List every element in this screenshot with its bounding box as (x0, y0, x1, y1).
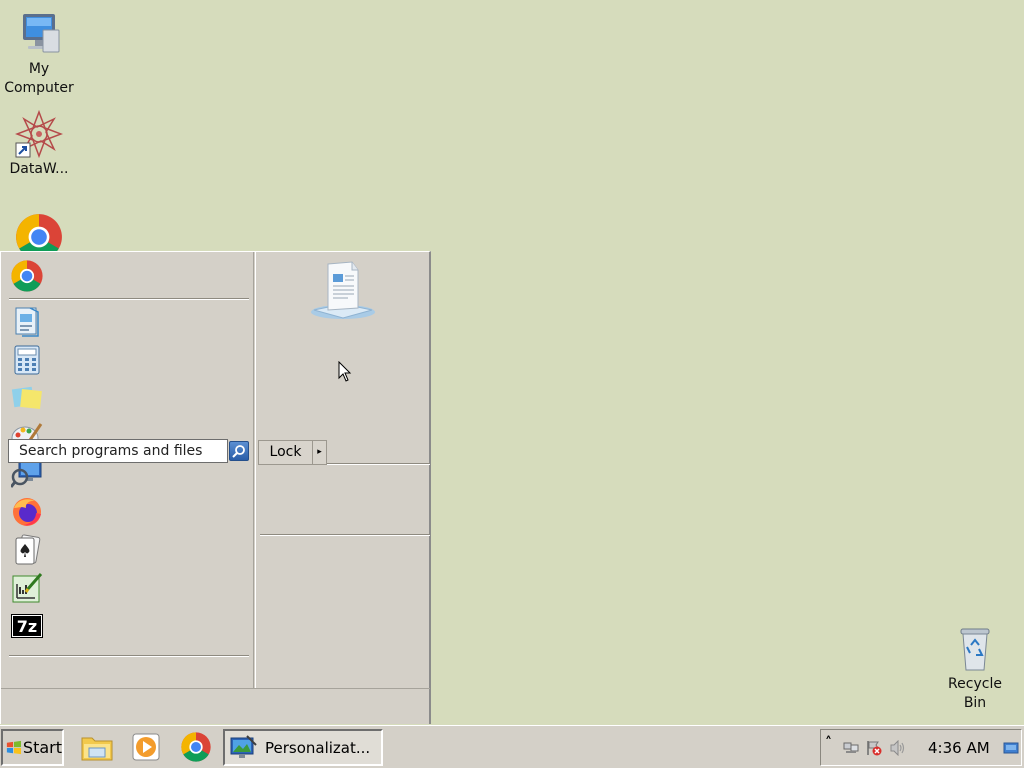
start-button-label: Start (22, 738, 62, 757)
calculator-icon (14, 345, 40, 375)
task-button-label: Personalizat... (265, 738, 371, 757)
recycle-bin-label: Recycle Bin (948, 676, 1002, 711)
pinned-separator (9, 298, 249, 300)
search-icon (232, 445, 245, 458)
recycle-bin-icon (960, 628, 990, 671)
solitaire-icon (15, 534, 41, 565)
document-picture-icon (311, 261, 375, 319)
chrome-icon (16, 214, 62, 252)
chrome-icon (181, 732, 211, 762)
places-separator-2 (260, 534, 430, 536)
user-picture (308, 258, 378, 326)
sticky-notes-icon (11, 386, 42, 409)
taskbar-chrome-button[interactable] (178, 730, 214, 764)
recycle-bin-desktop-icon[interactable]: Recycle Bin (937, 625, 1013, 713)
remote-desktop-icon (11, 460, 42, 488)
taskbar-explorer-button[interactable] (79, 730, 115, 764)
show-hidden-icons-button[interactable]: ˄ (825, 735, 832, 751)
lock-options-arrow-button[interactable]: ▸ (312, 440, 327, 465)
personalization-icon (230, 734, 257, 758)
media-player-icon (132, 733, 160, 761)
program-item-document-viewer[interactable] (9, 304, 45, 340)
program-item-7zip[interactable]: 7z (9, 608, 45, 644)
dataw-label: DataW... (9, 161, 69, 177)
program-item-sticky-notes[interactable] (9, 380, 45, 416)
svg-text:7z: 7z (17, 617, 37, 636)
computer-icon (23, 14, 60, 53)
program-item-chart-editor[interactable] (9, 570, 45, 606)
search-button[interactable] (229, 441, 249, 461)
my-computer-label: My Computer (4, 61, 74, 96)
start-button[interactable]: Start (1, 729, 64, 766)
start-menu-programs-pane: 7z (1, 252, 254, 688)
taskbar: Start Personalizat... ˄ 4:36 AM (0, 725, 1024, 768)
dataw-desktop-icon[interactable]: DataW... (1, 110, 77, 179)
firefox-icon (13, 498, 41, 526)
action-center-flag-icon[interactable] (866, 740, 882, 756)
start-menu: 7z Search programs and files Lock ▸ (0, 251, 431, 724)
mandala-shortcut-icon (15, 110, 63, 158)
chrome-desktop-icon[interactable] (1, 212, 77, 252)
lock-button[interactable]: Lock (258, 440, 313, 465)
chrome-icon (11, 260, 43, 292)
windows-logo-icon (6, 740, 22, 754)
volume-icon[interactable] (889, 740, 907, 756)
start-menu-places-pane (255, 252, 430, 688)
notification-area: ˄ 4:36 AM (820, 729, 1022, 766)
clock[interactable]: 4:36 AM (928, 739, 990, 757)
all-programs-separator (9, 655, 249, 657)
program-item-firefox[interactable] (9, 494, 45, 530)
taskbar-media-player-button[interactable] (128, 730, 164, 764)
document-viewer-icon (15, 307, 39, 337)
program-item-calculator[interactable] (9, 342, 45, 378)
folder-icon (81, 737, 113, 761)
my-computer-desktop-icon[interactable]: My Computer (1, 10, 77, 98)
taskbar-personalization-window[interactable]: Personalizat... (223, 729, 383, 766)
7zip-icon: 7z (11, 614, 43, 638)
search-programs-input[interactable]: Search programs and files (8, 439, 228, 463)
mouse-cursor-icon (338, 361, 352, 382)
network-icon[interactable] (843, 741, 859, 755)
start-menu-bottom-row (1, 688, 430, 725)
program-item-solitaire[interactable] (9, 532, 45, 568)
pinned-chrome-item[interactable] (9, 258, 45, 294)
show-desktop-icon[interactable] (1003, 742, 1019, 754)
chart-editor-icon (12, 573, 43, 603)
